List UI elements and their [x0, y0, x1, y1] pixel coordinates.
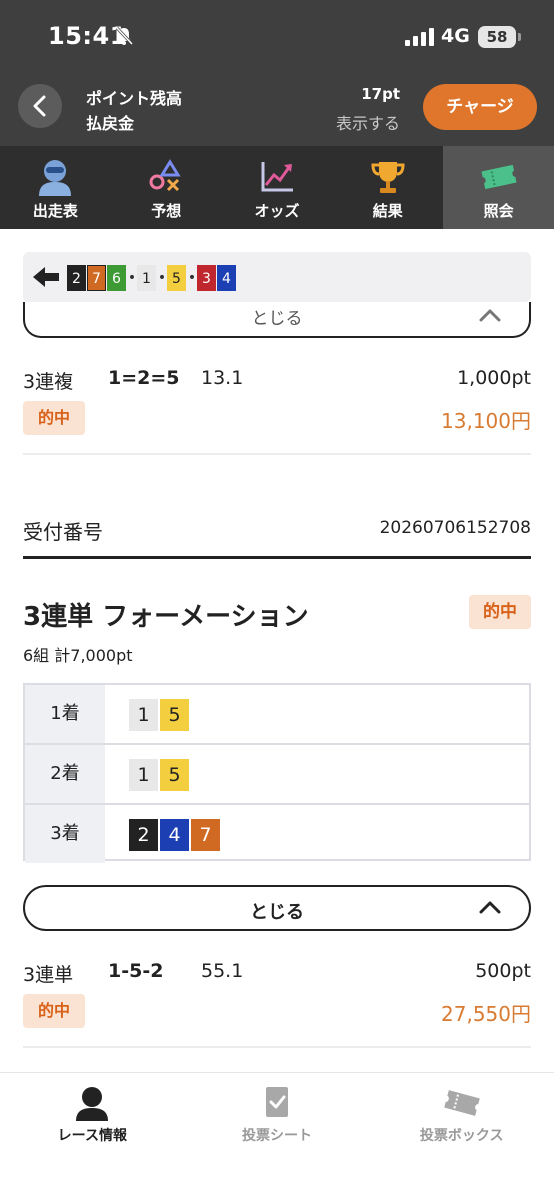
rank-label: 1着: [25, 685, 105, 743]
bell-muted-icon: [115, 26, 134, 46]
divider: [23, 453, 531, 455]
boat-number: 4: [217, 265, 236, 291]
bet-odds: 13.1: [201, 367, 244, 389]
charge-button[interactable]: チャージ: [423, 84, 537, 130]
rank-label: 3着: [25, 805, 105, 863]
receipt-number: 20260706152708: [379, 518, 531, 538]
arrow-left-icon: [33, 267, 59, 287]
hit-badge: 的中: [23, 994, 85, 1028]
bet-amount: 1,000pt: [457, 367, 531, 389]
status-bar: 15:41 4G 58: [0, 0, 554, 76]
signal-icon: [405, 28, 434, 46]
tab-race-card[interactable]: 出走表: [0, 146, 111, 229]
rank-picks: 1 5: [129, 699, 191, 731]
bet-combination: 1=2=5: [108, 367, 180, 389]
tab-results[interactable]: 結果: [332, 146, 443, 229]
header: ポイント残高 払戻金 17pt 表示する チャージ: [0, 76, 554, 146]
tab-prediction[interactable]: 予想: [111, 146, 222, 229]
odds-chart-icon: [261, 162, 293, 192]
prediction-icon: [149, 159, 181, 192]
rank-picks: 1 5: [129, 759, 191, 791]
nav-vote-sheet[interactable]: 投票シート: [185, 1073, 370, 1200]
rank-picks: 2 4 7: [129, 819, 222, 851]
boat-number: 6: [107, 265, 126, 291]
tab-inquiry[interactable]: 照会: [443, 146, 554, 229]
points-value: 17pt: [361, 85, 400, 103]
bet-row-trifecta: 3連単 1-5-2 55.1 500pt: [23, 960, 531, 986]
formation-summary: 6組 計7,000pt: [23, 646, 133, 665]
payout-amount: 27,550円: [441, 1002, 531, 1026]
ticket-icon: [481, 164, 517, 190]
hit-badge: 的中: [23, 401, 85, 435]
boat-number: 7: [87, 265, 106, 291]
section-divider: [23, 556, 531, 559]
separator-dot: •: [127, 270, 137, 286]
boat-number: 3: [197, 265, 216, 291]
boat-number: 5: [160, 699, 189, 731]
nav-race-info[interactable]: レース情報: [0, 1073, 185, 1200]
chevron-up-icon: [479, 901, 501, 914]
boat-number: 1: [129, 699, 158, 731]
formation-row: 2着 1 5: [25, 745, 529, 803]
battery-icon: 58: [478, 26, 516, 48]
bottom-navigation: レース情報 投票シート 投票ボックス: [0, 1072, 554, 1200]
formation-row: 3着 2 4 7: [25, 805, 529, 863]
bet-type: 3連単: [23, 964, 74, 986]
bet-summary-strip: 2 7 6 • 1 • 5 • 3 4: [23, 252, 531, 302]
rank-label: 2着: [25, 745, 105, 803]
separator-dot: •: [157, 270, 167, 286]
formation-title: 3連単 フォーメーション: [23, 602, 309, 632]
strip-numbers: 2 7 6 • 1 • 5 • 3 4: [67, 265, 237, 291]
bet-odds: 55.1: [201, 960, 244, 982]
network-type: 4G: [441, 25, 470, 47]
racer-icon: [76, 1087, 109, 1121]
bet-row-trio: 3連複 1=2=5 13.1 1,000pt: [23, 367, 531, 393]
formation-table: 1着 1 5 2着 1 5 3着 2 4 7: [23, 683, 531, 863]
bet-amount: 500pt: [475, 960, 531, 982]
tab-odds[interactable]: オッズ: [222, 146, 333, 229]
close-label: とじる: [250, 902, 304, 923]
boat-number: 1: [137, 265, 156, 291]
hit-badge: 的中: [469, 595, 531, 629]
bet-type: 3連複: [23, 371, 74, 393]
boat-number: 2: [67, 265, 86, 291]
close-button-partial[interactable]: とじる: [23, 302, 531, 338]
vote-box-icon: [443, 1090, 480, 1116]
separator-dot: •: [187, 270, 197, 286]
boat-number: 4: [160, 819, 189, 851]
points-balance-label: ポイント残高: [86, 89, 183, 108]
formation-row: 1着 1 5: [25, 685, 529, 743]
back-button[interactable]: [18, 84, 62, 128]
battery-tip: [518, 33, 521, 41]
divider: [23, 1046, 531, 1048]
boat-number: 2: [129, 819, 158, 851]
vote-sheet-icon: [266, 1087, 288, 1117]
race-tab-bar: 出走表 予想 オッズ 結果 照会: [0, 146, 554, 229]
close-button[interactable]: とじる: [23, 885, 531, 931]
show-refund-link[interactable]: 表示する: [336, 110, 400, 134]
bet-combination: 1-5-2: [108, 960, 164, 982]
payout-amount: 13,100円: [441, 409, 531, 433]
refund-label: 払戻金: [86, 114, 135, 133]
close-label: とじる: [251, 309, 303, 329]
trophy-icon: [371, 162, 405, 193]
receipt-label: 受付番号: [23, 520, 103, 544]
boat-number: 5: [160, 759, 189, 791]
chevron-left-icon: [33, 95, 46, 117]
racer-icon: [39, 160, 72, 196]
boat-number: 5: [167, 265, 186, 291]
boat-number: 1: [129, 759, 158, 791]
boat-number: 7: [191, 819, 220, 851]
nav-vote-box[interactable]: 投票ボックス: [369, 1073, 554, 1200]
chevron-up-icon: [479, 309, 501, 322]
